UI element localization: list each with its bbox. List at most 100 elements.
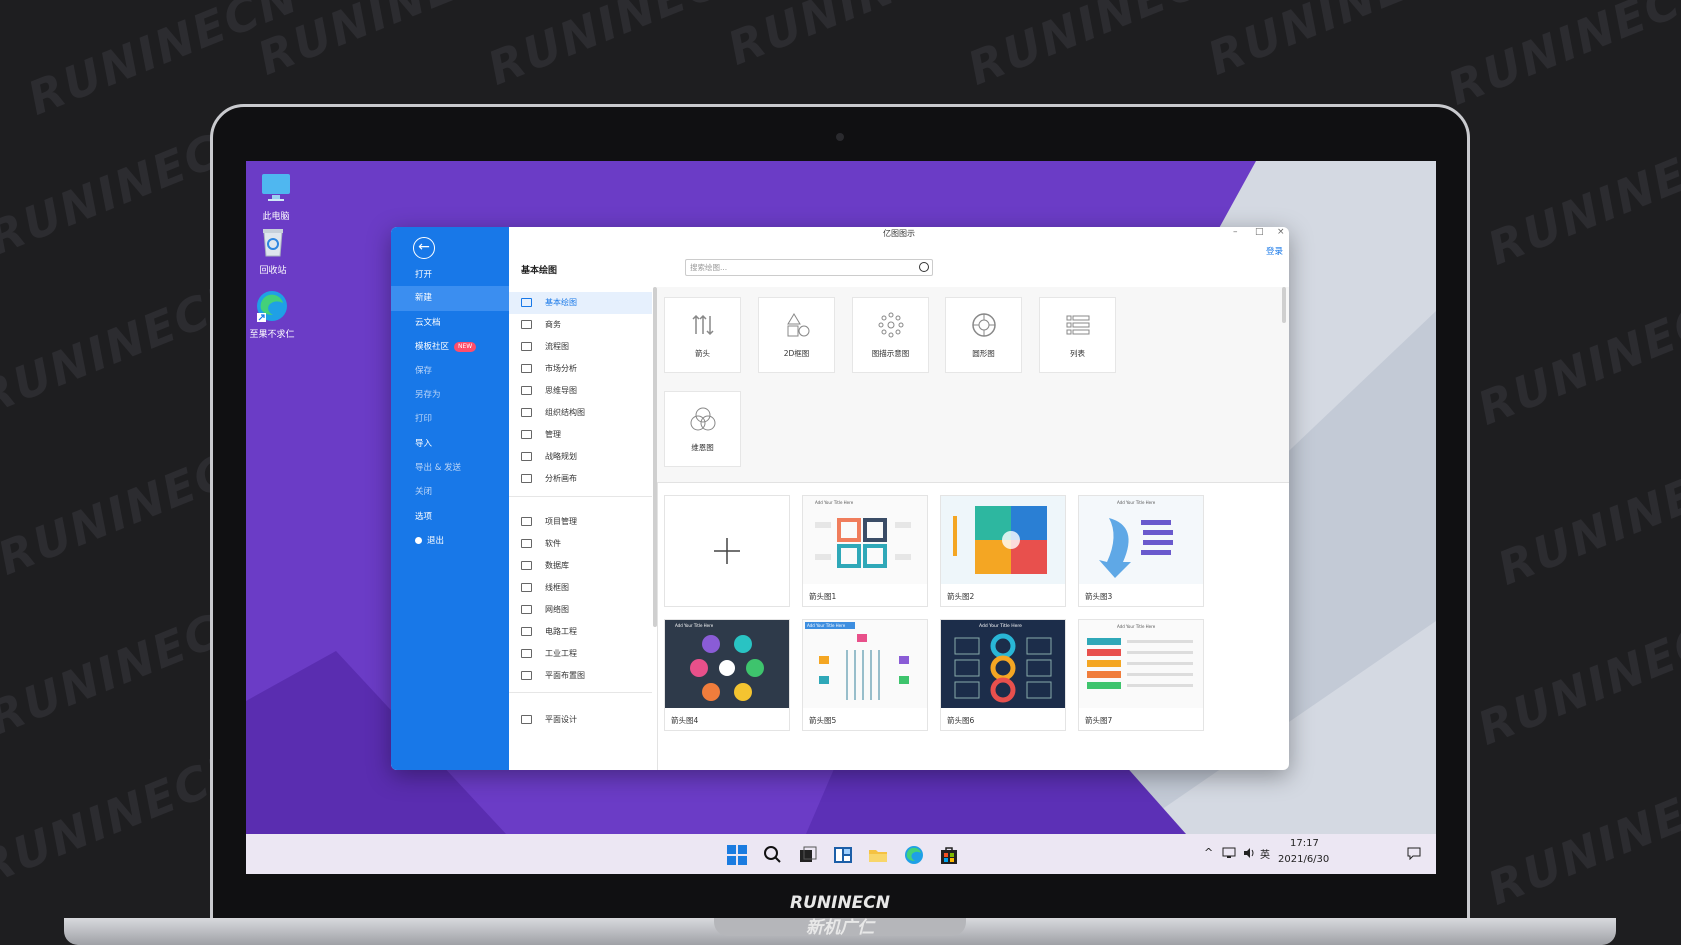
- diagram-type-card[interactable]: 列表: [1039, 297, 1116, 373]
- sidebar-item-print[interactable]: 打印: [391, 407, 509, 432]
- category-item[interactable]: 平面设计: [509, 709, 652, 731]
- template-card[interactable]: Add Your Title Here 箭头图3: [1078, 495, 1204, 607]
- category-item[interactable]: 流程图: [509, 336, 652, 358]
- sidebar-item-template-community[interactable]: 模板社区 NEW: [391, 335, 509, 360]
- sidebar-item-open[interactable]: 打开: [391, 263, 509, 288]
- category-item[interactable]: 网络图: [509, 599, 652, 621]
- search-input[interactable]: 搜索绘图...: [685, 259, 933, 276]
- edge-icon[interactable]: [903, 844, 925, 866]
- desktop-icon-recycle-bin[interactable]: 回收站: [246, 225, 303, 276]
- store-icon[interactable]: [938, 844, 960, 866]
- category-icon: [521, 452, 532, 461]
- search-icon[interactable]: [761, 844, 783, 866]
- diagram-type-card[interactable]: 圆形图: [945, 297, 1022, 373]
- file-explorer-icon[interactable]: [867, 844, 889, 866]
- category-label: 软件: [545, 539, 561, 548]
- search-icon[interactable]: [919, 262, 929, 272]
- network-dots-icon: [878, 312, 903, 338]
- clock-date[interactable]: 2021/6/30: [1278, 854, 1329, 865]
- windows-start-icon[interactable]: [726, 844, 748, 866]
- exit-icon: [415, 537, 422, 544]
- sidebar-item-close[interactable]: 关闭: [391, 480, 509, 505]
- category-item[interactable]: 平面布置图: [509, 665, 652, 687]
- widgets-icon[interactable]: [832, 844, 854, 866]
- desktop-icon-label: 至果不求仁: [249, 330, 295, 340]
- template-card[interactable]: Add Your Title Here 箭头图7: [1078, 619, 1204, 731]
- notification-icon[interactable]: [1407, 846, 1421, 860]
- desktop-icon-label: 此电脑: [262, 212, 290, 222]
- desktop-icon-this-pc[interactable]: 此电脑: [246, 171, 306, 222]
- template-label: 箭头图2: [947, 592, 975, 601]
- sidebar-item-options[interactable]: 选项: [391, 505, 509, 530]
- network-icon[interactable]: [1222, 846, 1236, 860]
- category-item[interactable]: 数据库: [509, 555, 652, 577]
- login-link[interactable]: 登录: [1266, 245, 1283, 257]
- category-label: 平面设计: [545, 715, 577, 724]
- template-label: 箭头图6: [947, 716, 975, 725]
- category-item[interactable]: 线框图: [509, 577, 652, 599]
- category-icon: [521, 298, 532, 307]
- clock-time[interactable]: 17:17: [1290, 838, 1319, 849]
- category-icon: [521, 583, 532, 592]
- category-item[interactable]: 分析画布: [509, 468, 652, 490]
- category-item[interactable]: 战略规划: [509, 446, 652, 468]
- category-item[interactable]: 组织结构图: [509, 402, 652, 424]
- template-thumbnail: [941, 496, 1065, 584]
- category-label: 组织结构图: [545, 408, 585, 417]
- plus-icon: [714, 538, 740, 564]
- template-card[interactable]: 箭头图2: [940, 495, 1066, 607]
- volume-icon[interactable]: [1242, 846, 1256, 860]
- screen: 此电脑 回收站 至果不求仁 ← 打开 新建 云文档 模板社区 NEW 保存 另存为…: [246, 161, 1436, 874]
- diagram-type-label: 圆形图: [972, 349, 995, 358]
- diagram-type-card[interactable]: 维恩图: [664, 391, 741, 467]
- category-icon: [521, 671, 532, 680]
- template-card[interactable]: Add Your Title Here 箭头图5: [802, 619, 928, 731]
- template-thumbnail: Add Your Title Here: [1079, 620, 1203, 708]
- category-item[interactable]: 基本绘图: [509, 292, 652, 314]
- category-item[interactable]: 市场分析: [509, 358, 652, 380]
- diagram-type-card[interactable]: 图描示意图: [852, 297, 929, 373]
- arrows-icon: [691, 314, 714, 336]
- category-divider: [509, 496, 652, 497]
- close-button[interactable]: ×: [1277, 227, 1285, 237]
- sidebar-item-cloud-docs[interactable]: 云文档: [391, 311, 509, 336]
- minimize-button[interactable]: –: [1233, 227, 1238, 237]
- diagram-type-card[interactable]: 箭头: [664, 297, 741, 373]
- category-label: 平面布置图: [545, 671, 585, 680]
- ime-language[interactable]: 英: [1260, 846, 1270, 861]
- category-list: 基本绘图 商务 流程图 市场分析 思维导图 组织结构图 管理 战略规划 分析画布…: [509, 287, 658, 770]
- sidebar-item-new[interactable]: 新建: [391, 286, 509, 311]
- category-label: 战略规划: [545, 452, 577, 461]
- category-item[interactable]: 思维导图: [509, 380, 652, 402]
- template-card[interactable]: Add Your Title Here 箭头图1: [802, 495, 928, 607]
- webcam: [836, 133, 844, 141]
- sidebar-item-save-as[interactable]: 另存为: [391, 383, 509, 408]
- template-card[interactable]: Add Your Title Here 箭头图6: [940, 619, 1066, 731]
- panel-scrollbar[interactable]: [1282, 287, 1286, 323]
- venn-icon: [690, 407, 715, 431]
- category-item[interactable]: 软件: [509, 533, 652, 555]
- sidebar-item-exit[interactable]: 退出: [391, 529, 509, 554]
- category-icon: [521, 474, 532, 483]
- thumb-title: Add Your Title Here: [675, 623, 714, 628]
- category-heading: 基本绘图: [521, 266, 558, 276]
- new-blank-template[interactable]: [664, 495, 790, 607]
- category-label: 网络图: [545, 605, 569, 614]
- category-divider: [509, 692, 652, 693]
- chevron-up-icon[interactable]: ^: [1204, 846, 1213, 859]
- task-view-icon[interactable]: [797, 844, 819, 866]
- category-item[interactable]: 电路工程: [509, 621, 652, 643]
- diagram-type-card[interactable]: 2D框图: [758, 297, 835, 373]
- desktop-icon-edge[interactable]: 至果不求仁: [246, 289, 302, 340]
- category-item[interactable]: 项目管理: [509, 511, 652, 533]
- thumb-title: Add Your Title Here: [807, 623, 846, 628]
- sidebar-item-import[interactable]: 导入: [391, 432, 509, 457]
- category-item[interactable]: 商务: [509, 314, 652, 336]
- template-card[interactable]: Add Your Title Here 箭头图4: [664, 619, 790, 731]
- back-arrow-icon[interactable]: ←: [413, 237, 435, 259]
- sidebar-item-export-send[interactable]: 导出 & 发送: [391, 456, 509, 481]
- category-item[interactable]: 管理: [509, 424, 652, 446]
- category-item[interactable]: 工业工程: [509, 643, 652, 665]
- sidebar-item-save[interactable]: 保存: [391, 359, 509, 384]
- maximize-button[interactable]: □: [1255, 227, 1264, 237]
